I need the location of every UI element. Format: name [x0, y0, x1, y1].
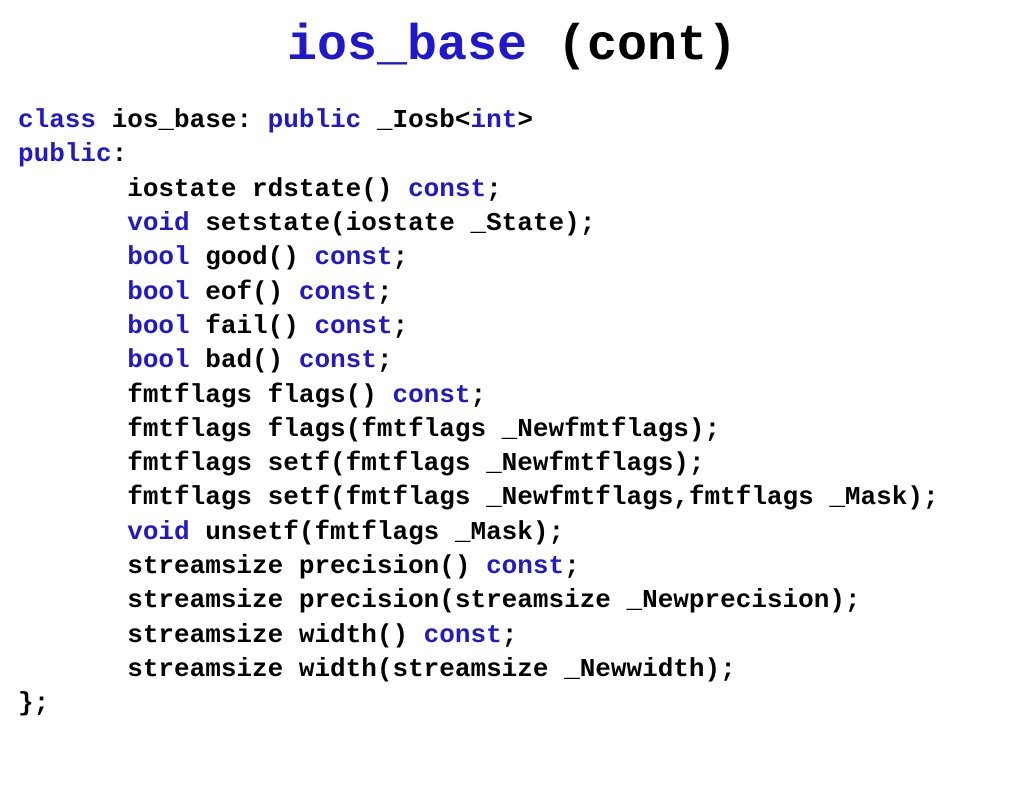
- line-6: bool fail() const;: [18, 311, 408, 341]
- line-11: fmtflags setf(fmtflags _Newfmtflags,fmtf…: [18, 482, 939, 512]
- line-7: bool bad() const;: [18, 345, 392, 375]
- line-13: streamsize precision() const;: [18, 551, 580, 581]
- line-4: bool good() const;: [18, 242, 408, 272]
- line-5: bool eof() const;: [18, 277, 392, 307]
- line-10: fmtflags setf(fmtflags _Newfmtflags);: [18, 448, 705, 478]
- line-14: streamsize precision(streamsize _Newprec…: [18, 585, 861, 615]
- line-9: fmtflags flags(fmtflags _Newfmtflags);: [18, 414, 720, 444]
- line-1: public:: [18, 139, 127, 169]
- line-2: iostate rdstate() const;: [18, 174, 502, 204]
- line-8: fmtflags flags() const;: [18, 380, 486, 410]
- code-block: class ios_base: public _Iosb<int> public…: [0, 103, 1024, 721]
- line-3: void setstate(iostate _State);: [18, 208, 595, 238]
- slide-title: ios_base (cont): [0, 18, 1024, 75]
- line-16: streamsize width(streamsize _Newwidth);: [18, 654, 736, 684]
- line-12: void unsetf(fmtflags _Mask);: [18, 517, 564, 547]
- title-code: ios_base: [287, 18, 527, 75]
- title-suffix: (cont): [527, 18, 737, 75]
- line-17: };: [18, 688, 49, 718]
- line-0: class ios_base: public _Iosb<int>: [18, 105, 533, 135]
- line-15: streamsize width() const;: [18, 620, 517, 650]
